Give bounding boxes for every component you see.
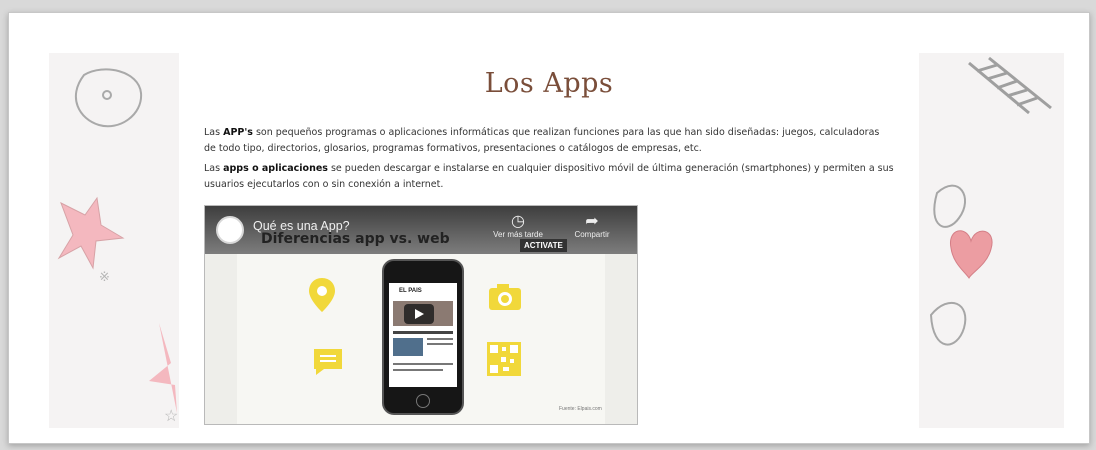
camera-icon	[488, 283, 522, 316]
svg-text:☆: ☆	[164, 408, 178, 425]
page-frame: ☆ ※ Los Apps Las APP's son pequeños prog…	[8, 12, 1090, 444]
clock-icon: ◷	[511, 213, 525, 230]
paragraph-text: Las	[204, 163, 224, 174]
video-source-text: Fuente: Elpais.com	[559, 406, 602, 412]
smartphone-graphic: EL PAIS	[382, 259, 464, 415]
phone-news-title: EL PAIS	[399, 288, 422, 294]
svg-text:※: ※	[99, 269, 110, 284]
embedded-video-player[interactable]: Qué es una App? Diferencias app vs. web …	[204, 205, 638, 425]
doodle-ladder-and-winged-heart-icon	[929, 56, 1052, 346]
play-button[interactable]	[404, 304, 434, 324]
decorative-background-left: ☆ ※	[49, 53, 179, 428]
share-label: Compartir	[574, 230, 610, 239]
page-title: Los Apps	[484, 68, 614, 99]
phone-screen: EL PAIS	[389, 283, 457, 387]
video-slide-title: Diferencias app vs. web	[261, 231, 450, 247]
decorative-background-right	[919, 53, 1064, 428]
paragraph-text: Las	[204, 127, 224, 138]
message-icon	[312, 347, 344, 382]
watch-later-button[interactable]: ◷ Ver más tarde	[488, 213, 548, 240]
doodle-bear-icon: ☆ ※	[57, 68, 178, 425]
share-icon: ➦	[585, 213, 599, 230]
activate-badge: ACTIVATE	[520, 239, 567, 252]
content-panel: Los Apps Las APP's son pequeños programa…	[194, 58, 904, 428]
share-button[interactable]: ➦ Compartir	[557, 213, 627, 240]
channel-avatar[interactable]	[216, 216, 244, 244]
download-paragraph: Las apps o aplicaciones se pueden descar…	[204, 161, 894, 193]
phone-home-button	[416, 394, 430, 408]
paragraph-emphasis: apps o aplicaciones	[223, 163, 328, 174]
intro-paragraph: Las APP's son pequeños programas o aplic…	[204, 125, 894, 157]
location-icon	[307, 276, 337, 319]
watch-later-label: Ver más tarde	[493, 230, 543, 239]
paragraph-emphasis: APP's	[223, 127, 253, 138]
qr-code-icon	[487, 342, 521, 381]
paragraph-text: son pequeños programas o aplicaciones in…	[204, 127, 880, 154]
